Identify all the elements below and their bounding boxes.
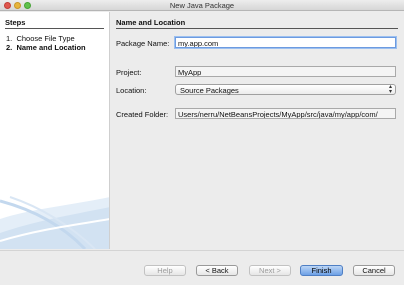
package-name-input[interactable]: my.app.com (175, 37, 396, 48)
step-name-and-location: 2. Name and Location (6, 43, 86, 52)
step-label: Choose File Type (16, 34, 75, 43)
step-choose-file-type: 1. Choose File Type (6, 34, 75, 43)
help-button[interactable]: Help (144, 265, 186, 276)
finish-button[interactable]: Finish (300, 265, 343, 276)
step-number: 2. (6, 43, 13, 52)
title-bar: New Java Package (0, 0, 404, 11)
project-field[interactable]: MyApp (175, 66, 396, 77)
back-button[interactable]: < Back (196, 265, 238, 276)
location-label: Location: (116, 86, 147, 95)
button-bar-divider (0, 250, 404, 251)
cancel-button[interactable]: Cancel (353, 265, 395, 276)
created-folder-label: Created Folder: (116, 110, 169, 119)
window-title: New Java Package (169, 1, 235, 10)
package-name-label: Package Name: (116, 39, 170, 48)
next-button[interactable]: Next > (249, 265, 291, 276)
panel-divider (116, 28, 398, 29)
name-location-panel: Name and Location Package Name: my.app.c… (111, 12, 404, 249)
location-selected-value: Source Packages (180, 86, 239, 95)
panel-heading: Name and Location (116, 18, 186, 27)
location-select[interactable]: Source Packages ▴ ▾ (175, 84, 396, 95)
wizard-decoration-graphic (0, 196, 109, 249)
project-label: Project: (116, 68, 142, 77)
steps-heading: Steps (5, 18, 26, 27)
steps-divider (5, 28, 104, 29)
steps-panel: Steps 1. Choose File Type 2. Name and Lo… (0, 12, 110, 249)
select-arrows-icon: ▴ ▾ (388, 84, 392, 95)
step-number: 1. (6, 34, 13, 43)
step-label: Name and Location (16, 43, 86, 52)
created-folder-field[interactable]: /Users/nerru/NetBeansProjects/MyApp/src/… (175, 108, 396, 119)
